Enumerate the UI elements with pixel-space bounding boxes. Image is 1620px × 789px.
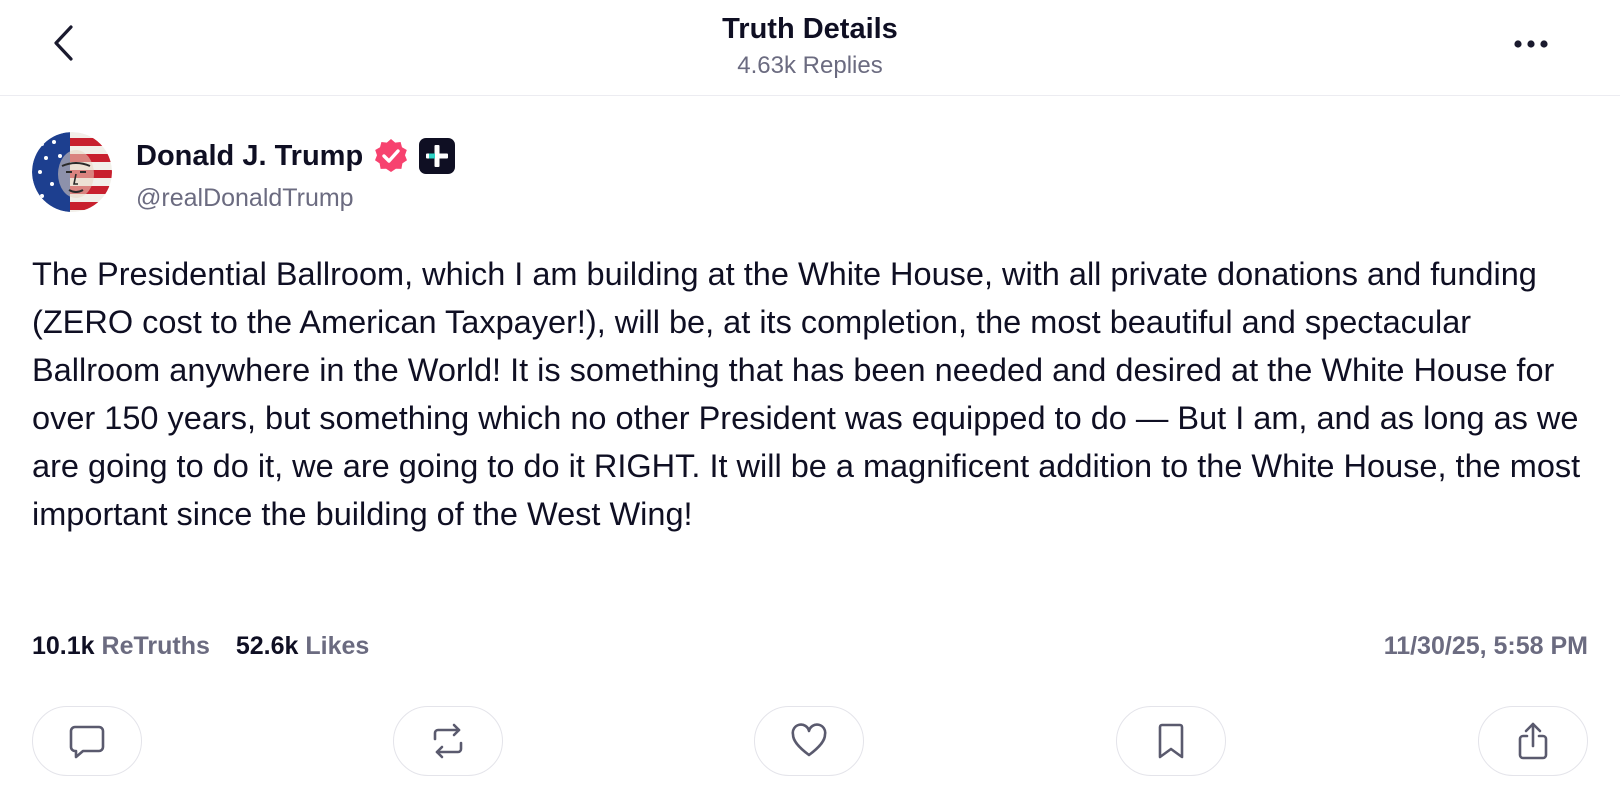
post-text: The Presidential Ballroom, which I am bu… — [32, 256, 1581, 532]
more-options-button[interactable] — [1508, 26, 1554, 62]
bookmark-button[interactable] — [1116, 706, 1226, 776]
page-title: Truth Details — [722, 13, 898, 45]
likes-count: 52.6k — [235, 632, 299, 660]
bookmark-icon — [1158, 723, 1184, 759]
top-bar: Truth Details 4.63k Replies — [0, 0, 1620, 96]
reply-button[interactable] — [32, 706, 142, 776]
share-icon — [1518, 722, 1548, 760]
author-handle[interactable]: @realDonaldTrump — [136, 182, 354, 214]
comment-icon — [69, 725, 105, 759]
like-button[interactable] — [754, 706, 864, 776]
avatar[interactable] — [32, 132, 112, 212]
likes-label: Likes — [305, 632, 370, 660]
retruths-count: 10.1k — [32, 632, 95, 660]
verified-badge-icon — [375, 139, 408, 172]
action-bar — [32, 706, 1588, 776]
retruth-button[interactable] — [393, 706, 503, 776]
post-stats: 10.1k ReTruths 52.6k Likes — [32, 630, 395, 662]
ellipsis-icon — [1514, 40, 1548, 48]
header-titles: Truth Details 4.63k Replies — [0, 10, 1620, 82]
retruths-stat[interactable]: 10.1k ReTruths — [32, 630, 210, 662]
truth-plus-badge-icon — [419, 138, 456, 174]
repost-icon — [433, 723, 463, 759]
author-name[interactable]: Donald J. Trump — [136, 138, 363, 174]
share-button[interactable] — [1478, 706, 1588, 776]
author-name-row: Donald J. Trump — [136, 138, 456, 174]
likes-stat[interactable]: 52.6k Likes — [236, 630, 369, 662]
replies-count[interactable]: 4.63k Replies — [0, 50, 1620, 82]
retruths-label: ReTruths — [101, 632, 210, 660]
heart-icon — [791, 723, 827, 757]
post-timestamp: 11/30/25, 5:58 PM — [1383, 632, 1588, 660]
